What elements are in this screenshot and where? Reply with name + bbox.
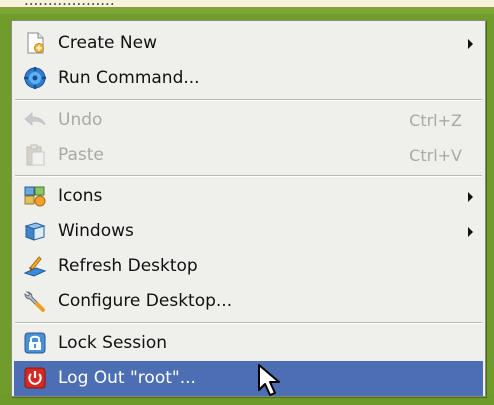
desktop-context-menu: Create New Run Command... Undo Ctrl+Z Pa… (11, 20, 486, 397)
menu-item-label: Undo (58, 110, 103, 130)
undo-arrow-icon (24, 112, 46, 126)
submenu-arrow-icon (468, 39, 473, 49)
paste-clipboard-icon (26, 144, 45, 166)
menu-item-icons[interactable]: Icons (14, 179, 483, 214)
windows-icon (24, 222, 46, 241)
run-command-gear-icon (24, 67, 46, 89)
menu-item-windows[interactable]: Windows (14, 214, 483, 249)
icons-icon (24, 186, 46, 207)
menu-item-refresh-desktop[interactable]: Refresh Desktop (14, 249, 483, 284)
menu-item-configure-desktop[interactable]: Configure Desktop... (14, 284, 483, 319)
menu-item-create-new[interactable]: Create New (14, 26, 483, 61)
shortcut-label: Ctrl+Z (409, 111, 462, 130)
menu-separator (15, 175, 482, 177)
background-text: ................... (24, 0, 115, 9)
menu-item-paste[interactable]: Paste Ctrl+V (14, 138, 483, 173)
menu-item-label: Paste (58, 145, 104, 165)
shortcut-label: Ctrl+V (409, 146, 462, 165)
submenu-arrow-icon (468, 192, 473, 202)
menu-item-label: Run Command... (58, 68, 200, 88)
menu-item-label: Windows (58, 221, 134, 241)
refresh-desktop-icon (23, 256, 47, 277)
menu-item-undo[interactable]: Undo Ctrl+Z (14, 103, 483, 138)
lock-icon (24, 332, 46, 354)
menu-item-run-command[interactable]: Run Command... (14, 61, 483, 96)
menu-item-label: Create New (58, 33, 157, 53)
menu-item-log-out[interactable]: Log Out "root"... (14, 361, 483, 396)
new-document-icon (27, 32, 44, 54)
configure-wrench-icon (24, 291, 45, 312)
logout-power-icon (24, 367, 46, 389)
submenu-arrow-icon (468, 227, 473, 237)
menu-separator (15, 322, 482, 324)
menu-item-label: Icons (58, 186, 103, 206)
menu-separator (15, 99, 482, 101)
desktop-background-top: ................... (0, 0, 494, 14)
menu-item-label: Configure Desktop... (58, 291, 233, 311)
mouse-cursor-icon (258, 364, 280, 396)
menu-item-label: Lock Session (58, 333, 168, 353)
menu-item-lock-session[interactable]: Lock Session (14, 326, 483, 361)
menu-item-label: Refresh Desktop (58, 256, 198, 276)
menu-item-label: Log Out "root"... (58, 368, 196, 388)
